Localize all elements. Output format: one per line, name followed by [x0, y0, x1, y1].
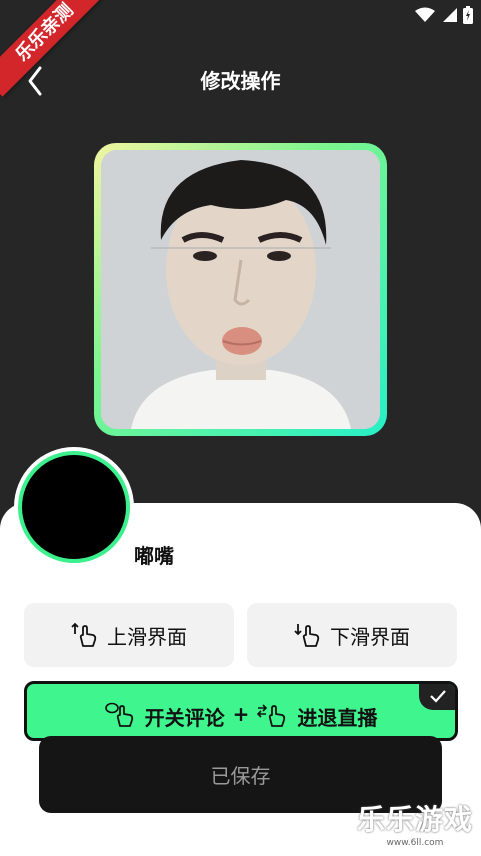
gesture-photo-frame	[94, 143, 387, 436]
selected-right-label: 进退直播	[297, 706, 378, 730]
page-title: 修改操作	[200, 69, 281, 93]
avatar	[14, 447, 134, 567]
watermark-title: 乐乐游戏	[356, 803, 473, 836]
face-image	[101, 150, 380, 429]
comment-hand-icon	[104, 702, 133, 727]
option-swipe-down[interactable]: 下滑界面	[247, 603, 457, 667]
wifi-icon	[415, 7, 435, 22]
gesture-name: 嘟嘴	[134, 544, 174, 568]
option-label: 下滑界面	[330, 624, 410, 649]
watermark: 乐乐游戏 www.6ll.com	[357, 798, 473, 848]
check-icon	[419, 684, 455, 710]
cellular-icon	[443, 8, 457, 22]
watermark-url: www.6ll.com	[386, 838, 444, 848]
swipe-down-hand-icon	[294, 624, 320, 647]
avatar-image	[18, 451, 130, 563]
option-swipe-up[interactable]: 上滑界面	[24, 603, 234, 667]
gesture-photo	[101, 150, 380, 429]
swipe-up-hand-icon	[71, 622, 97, 647]
option-selected[interactable]: 开关评论 + 进退直播	[24, 681, 458, 741]
swap-hand-icon	[257, 704, 286, 727]
selected-left-label: 开关评论	[144, 706, 225, 730]
status-bar	[415, 6, 473, 24]
battery-icon	[463, 6, 473, 24]
option-label: 上滑界面	[107, 624, 187, 649]
plus-sign: +	[232, 702, 250, 726]
